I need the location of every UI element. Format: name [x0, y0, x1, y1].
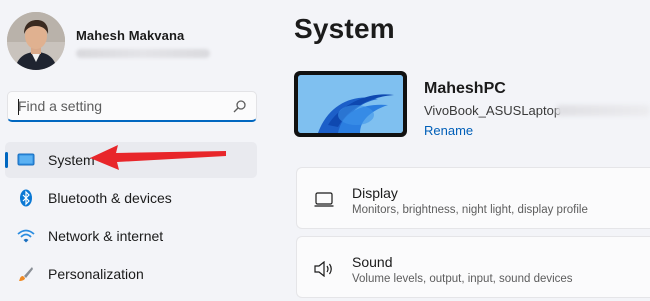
page-title: System: [294, 13, 395, 44]
card-description: Monitors, brightness, night light, displ…: [352, 204, 588, 216]
rename-link[interactable]: Rename: [424, 123, 473, 138]
search-icon[interactable]: [232, 99, 246, 113]
user-name: Mahesh Makvana: [76, 28, 185, 43]
sound-card[interactable]: Sound Volume levels, output, input, soun…: [296, 236, 650, 298]
nav-item-personalization[interactable]: Personalization: [5, 256, 257, 292]
monitor-icon: [16, 150, 36, 170]
avatar: [7, 12, 65, 70]
device-model: VivoBook_ASUSLaptop: [424, 103, 562, 118]
search-input[interactable]: Find a setting: [18, 98, 232, 114]
device-name: MaheshPC: [424, 80, 506, 97]
annotation-arrow: [90, 145, 226, 170]
brush-icon: [16, 264, 36, 284]
search-box[interactable]: Find a setting: [7, 91, 257, 122]
display-card[interactable]: Display Monitors, brightness, night ligh…: [296, 167, 650, 229]
sidebar: Mahesh Makvana Find a setting System Blu…: [0, 0, 270, 301]
nav-item-label: Network & internet: [48, 228, 164, 244]
device-model-redacted: [556, 105, 650, 116]
nav-item-network-internet[interactable]: Network & internet: [5, 218, 257, 254]
settings-window: Mahesh Makvana Find a setting System Blu…: [0, 0, 650, 301]
user-profile[interactable]: Mahesh Makvana: [7, 12, 210, 70]
bluetooth-icon: [16, 188, 36, 208]
display-icon: [313, 190, 335, 210]
text-cursor: [18, 99, 19, 115]
speaker-icon: [313, 259, 335, 279]
card-title: Sound: [352, 254, 393, 270]
nav-item-label: Bluetooth & devices: [48, 190, 172, 206]
card-title: Display: [352, 185, 398, 201]
selection-indicator: [5, 152, 8, 168]
wifi-icon: [16, 226, 36, 246]
nav-item-bluetooth-devices[interactable]: Bluetooth & devices: [5, 180, 257, 216]
device-thumbnail: [294, 71, 407, 137]
wallpaper-image: [298, 75, 403, 133]
user-email-redacted: [76, 49, 210, 58]
nav-item-label: Personalization: [48, 266, 144, 282]
card-description: Volume levels, output, input, sound devi…: [352, 273, 573, 285]
